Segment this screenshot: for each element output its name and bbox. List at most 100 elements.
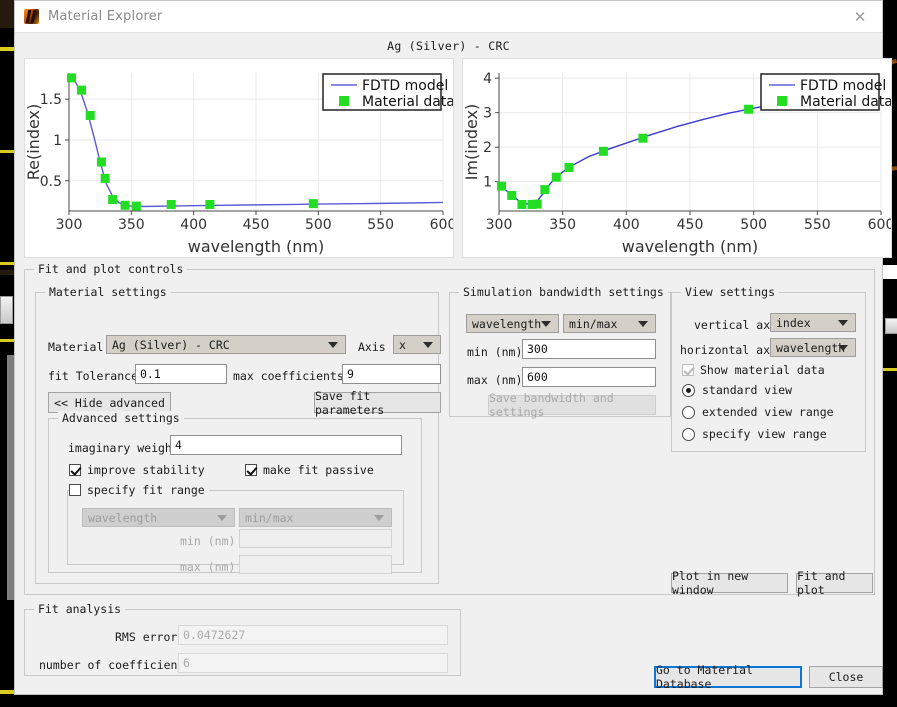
go-to-material-database-button[interactable]: Go to Material Database <box>654 663 802 691</box>
bandwidth-mode-select[interactable]: min/max <box>563 314 656 333</box>
go-to-material-database-label: Go to Material Database <box>656 663 753 691</box>
fit-tolerance-value: 0.1 <box>140 367 161 381</box>
svg-text:450: 450 <box>677 217 704 233</box>
horizontal-axis-select[interactable]: wavelength <box>770 338 856 357</box>
chevron-down-icon <box>541 320 551 327</box>
svg-text:Material data: Material data <box>800 94 891 110</box>
view-range-option-standard[interactable]: standard view <box>682 383 792 397</box>
svg-text:350: 350 <box>549 217 576 233</box>
close-button[interactable]: Close <box>809 666 883 688</box>
svg-text:3: 3 <box>483 106 492 122</box>
svg-text:1: 1 <box>53 133 62 149</box>
save-fit-parameters-button[interactable]: Save fit parameters <box>314 389 441 417</box>
bandwidth-min-label: min (nm) <box>467 345 523 359</box>
improve-stability-checkbox[interactable]: improve stability <box>69 463 205 477</box>
material-select[interactable]: Ag (Silver) - CRC <box>106 335 346 354</box>
simulation-bandwidth-settings-group: Simulation bandwidth settings wavelength… <box>449 285 671 419</box>
view-range-option-extended[interactable]: extended view range <box>682 405 834 419</box>
imaginary-weight-input[interactable]: 4 <box>170 435 402 455</box>
fit-range-group: wavelength min/max min (nm) max (nm) <box>67 490 404 574</box>
save-fit-parameters-label: Save fit parameters <box>315 388 385 417</box>
bandwidth-mode-value: min/max <box>569 316 618 331</box>
make-fit-passive-checkbox[interactable]: make fit passive <box>245 463 374 477</box>
view-range-option-specify[interactable]: specify view range <box>682 427 827 441</box>
material-select-value: Ag (Silver) - CRC <box>112 337 230 352</box>
fit-range-mode-value: min/max <box>245 510 294 525</box>
im-index-plot[interactable]: 300 350 400 450 500 550 600 1 2 3 4 wavelength (nm)… <box>462 58 892 258</box>
fit-and-plot-controls-title: Fit and plot controls <box>34 262 188 276</box>
svg-text:wavelength (nm): wavelength (nm) <box>622 237 759 256</box>
svg-text:550: 550 <box>804 217 831 233</box>
fit-tolerance-label: fit Tolerance <box>48 369 139 383</box>
specify-fit-range-checkbox[interactable]: specify fit range <box>69 483 209 497</box>
chevron-down-icon <box>638 320 648 327</box>
rms-error-value: 0.0472627 <box>183 628 246 642</box>
chevron-down-icon <box>838 319 848 326</box>
plot-in-new-window-label: Plot in new window <box>672 569 749 597</box>
backdrop-band <box>7 355 14 600</box>
svg-text:400: 400 <box>180 217 207 233</box>
show-material-data-checkbox[interactable]: Show material data <box>682 363 825 377</box>
max-coefficients-input[interactable]: 9 <box>342 364 441 384</box>
svg-text:1.5: 1.5 <box>40 92 62 108</box>
save-bandwidth-and-settings-button: Save bandwidth and settings <box>488 391 656 419</box>
close-button-label: Close <box>828 670 864 684</box>
fit-range-quantity-select: wavelength <box>82 508 235 527</box>
svg-text:600: 600 <box>430 217 453 233</box>
fit-and-plot-label: Fit and plot <box>797 569 846 597</box>
material-settings-title: Material settings <box>45 285 171 299</box>
svg-text:550: 550 <box>367 217 394 233</box>
backdrop-accent <box>0 690 14 694</box>
improve-stability-label: improve stability <box>87 463 205 477</box>
view-settings-title: View settings <box>681 285 780 299</box>
max-coefficients-value: 9 <box>347 367 354 381</box>
svg-text:600: 600 <box>868 217 891 233</box>
fit-and-plot-controls-group: Fit and plot controls Material settings … <box>24 262 875 597</box>
simulation-bandwidth-settings-title: Simulation bandwidth settings <box>459 285 668 299</box>
fit-range-min-input <box>239 529 392 548</box>
material-settings-group: Material settings Material Ag (Silver) -… <box>35 285 441 584</box>
checkbox-box <box>245 464 257 476</box>
background-scrollbar[interactable] <box>885 318 897 334</box>
specify-fit-range-label: specify fit range <box>87 483 205 497</box>
plot-in-new-window-button[interactable]: Plot in new window <box>671 569 788 597</box>
lumerical-logo-icon <box>24 9 39 24</box>
svg-text:400: 400 <box>613 217 640 233</box>
axis-select[interactable]: x <box>393 335 441 354</box>
horizontal-axis-label: horizontal axis <box>680 343 784 357</box>
close-icon[interactable]: ✕ <box>852 9 868 25</box>
horizontal-axis-value: wavelength <box>776 340 846 355</box>
svg-text:Re(index): Re(index) <box>25 104 43 181</box>
svg-text:1: 1 <box>483 175 492 191</box>
window-titlebar: Material Explorer ✕ <box>15 1 882 33</box>
svg-text:FDTD model: FDTD model <box>800 78 886 94</box>
bandwidth-quantity-select[interactable]: wavelength <box>466 314 559 333</box>
bandwidth-min-input[interactable]: 300 <box>522 339 656 359</box>
svg-text:Im(index): Im(index) <box>463 104 481 181</box>
view-range-option-label: extended view range <box>702 405 834 419</box>
advanced-settings-title: Advanced settings <box>58 411 184 425</box>
fit-tolerance-input[interactable]: 0.1 <box>135 364 227 384</box>
max-coefficients-label: max coefficients <box>233 369 344 383</box>
fit-analysis-group: Fit analysis RMS error 0.0472627 number … <box>24 602 461 676</box>
background-scrollbar[interactable] <box>0 296 13 324</box>
svg-text:FDTD model: FDTD model <box>362 78 448 94</box>
svg-text:500: 500 <box>305 217 332 233</box>
fit-and-plot-button[interactable]: Fit and plot <box>796 569 873 597</box>
backdrop-accent <box>0 262 14 265</box>
chevron-down-icon <box>374 514 384 521</box>
hide-advanced-button[interactable]: << Hide advanced <box>48 392 171 413</box>
backdrop-accent <box>0 150 14 153</box>
chevron-down-icon <box>423 341 433 348</box>
svg-text:4: 4 <box>483 71 492 87</box>
fit-range-mode-select: min/max <box>239 508 392 527</box>
fit-range-max-input <box>239 555 392 574</box>
svg-text:500: 500 <box>740 217 767 233</box>
material-label: Material <box>48 340 104 354</box>
view-range-option-label: specify view range <box>702 427 827 441</box>
bandwidth-max-input[interactable]: 600 <box>522 367 656 387</box>
re-index-plot[interactable]: 300 350 400 450 500 550 600 0.5 1 1.5 wavelength (… <box>24 58 454 258</box>
checkbox-box <box>69 484 81 496</box>
vertical-axis-select[interactable]: index <box>770 313 856 332</box>
bandwidth-min-value: 300 <box>527 342 548 356</box>
